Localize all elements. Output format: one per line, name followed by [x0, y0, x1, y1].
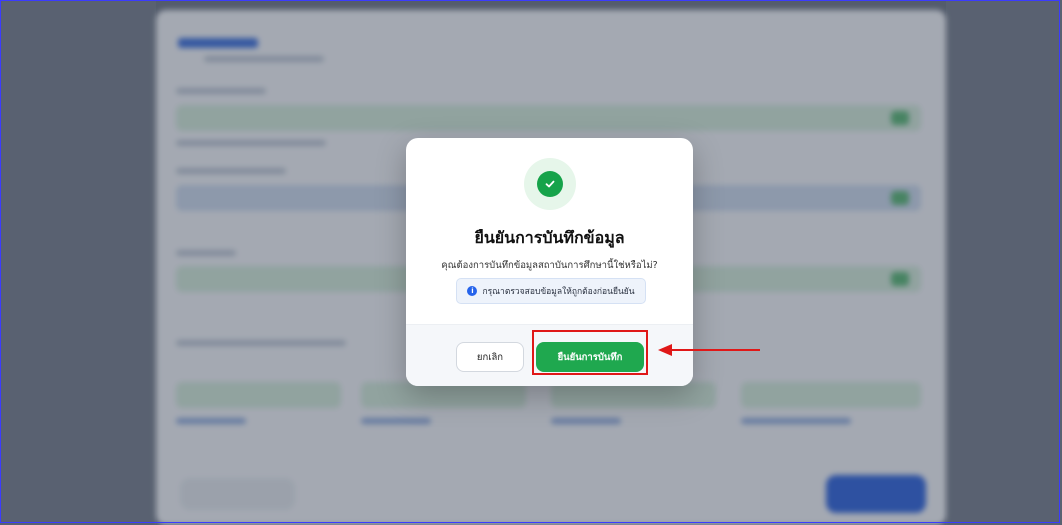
info-notice-text: กรุณาตรวจสอบข้อมูลให้ถูกต้องก่อนยืนยัน: [482, 287, 635, 297]
annotation-arrow-icon: [658, 344, 760, 356]
info-icon: i: [467, 286, 478, 296]
check-icon: [537, 171, 563, 197]
success-icon-halo: [524, 158, 576, 210]
highlight-box: [532, 330, 648, 375]
dialog-message: คุณต้องการบันทึกข้อมูลสถาบันการศึกษานี้ใ…: [441, 260, 658, 271]
cancel-button[interactable]: ยกเลิก: [456, 342, 524, 372]
dialog-title: ยืนยันการบันทึกข้อมูล: [474, 228, 625, 247]
info-notice: i กรุณาตรวจสอบข้อมูลให้ถูกต้องก่อนยืนยัน: [456, 278, 646, 304]
